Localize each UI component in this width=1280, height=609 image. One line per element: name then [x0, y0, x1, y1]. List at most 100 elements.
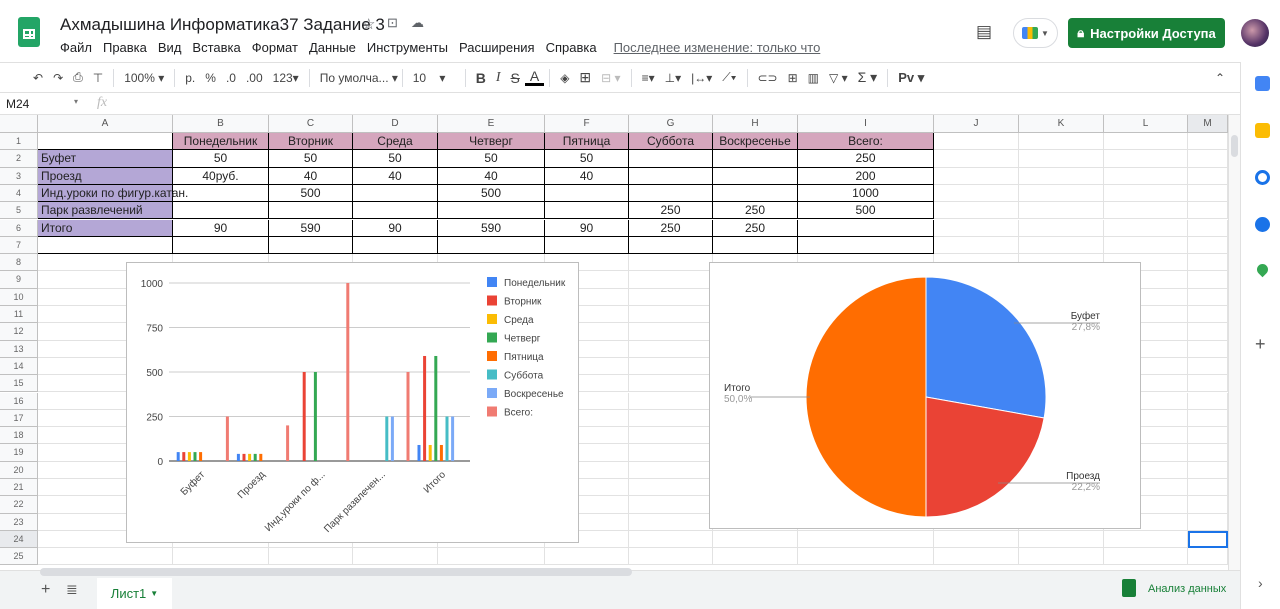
- filter-icon[interactable]: ▽ ▾: [824, 71, 853, 85]
- row-header[interactable]: 12: [0, 323, 38, 341]
- cell[interactable]: [629, 254, 713, 272]
- cell[interactable]: [934, 167, 1019, 185]
- row-header[interactable]: 24: [0, 530, 38, 549]
- cell[interactable]: [629, 357, 713, 376]
- cell[interactable]: [934, 219, 1019, 237]
- cell[interactable]: 590: [438, 219, 545, 237]
- cell[interactable]: [1188, 357, 1228, 376]
- cell[interactable]: [38, 236, 173, 255]
- redo-icon[interactable]: ↷: [48, 71, 68, 85]
- cell[interactable]: [629, 271, 713, 289]
- row-header[interactable]: 15: [0, 375, 38, 393]
- decrease-decimal-button[interactable]: .0: [221, 71, 241, 85]
- cell[interactable]: Буфет: [38, 150, 173, 168]
- menu-item[interactable]: Данные: [309, 40, 356, 55]
- cell[interactable]: [1188, 133, 1228, 151]
- font-size-select[interactable]: 10 ▾: [408, 71, 460, 85]
- row-header[interactable]: 8: [0, 254, 38, 272]
- cell[interactable]: [629, 461, 713, 479]
- name-box[interactable]: M24: [6, 97, 29, 111]
- cell[interactable]: Итого: [38, 219, 173, 237]
- column-header[interactable]: D: [353, 115, 438, 133]
- bar-chart[interactable]: 0 250 500 750 1000 Буфет Проезд Инд.уроки по ф.…: [126, 262, 579, 543]
- menu-item[interactable]: Правка: [103, 40, 147, 55]
- row-header[interactable]: 21: [0, 479, 38, 497]
- cell[interactable]: [1188, 479, 1228, 497]
- cloud-status-icon[interactable]: ☁: [411, 15, 424, 31]
- cell[interactable]: 250: [629, 219, 713, 237]
- comment-icon[interactable]: ⊞: [783, 71, 803, 85]
- all-sheets-icon[interactable]: ≣: [66, 581, 78, 598]
- cell[interactable]: Суббота: [629, 133, 713, 151]
- text-rotate-icon[interactable]: ⟋▾: [717, 70, 741, 85]
- number-format-select[interactable]: 123▾: [268, 71, 304, 85]
- cell[interactable]: 250: [798, 150, 934, 168]
- cell[interactable]: [629, 236, 713, 255]
- column-header[interactable]: M: [1188, 115, 1228, 133]
- cell[interactable]: 40: [269, 167, 353, 185]
- row-header[interactable]: 16: [0, 392, 38, 410]
- row-header[interactable]: 20: [0, 461, 38, 479]
- cell[interactable]: 40: [545, 167, 629, 185]
- cell[interactable]: 500: [438, 184, 545, 203]
- cell[interactable]: [934, 202, 1019, 220]
- column-header[interactable]: G: [629, 115, 713, 133]
- cell[interactable]: 50: [438, 150, 545, 168]
- cell[interactable]: [1019, 530, 1104, 549]
- cell[interactable]: [629, 444, 713, 462]
- cell[interactable]: [798, 219, 934, 237]
- cell[interactable]: [934, 133, 1019, 151]
- move-folder-icon[interactable]: ⊡: [387, 15, 398, 31]
- cell[interactable]: [269, 548, 353, 566]
- currency-button[interactable]: р.: [180, 71, 200, 85]
- row-header[interactable]: 7: [0, 236, 38, 255]
- text-wrap-icon[interactable]: |↔▾: [686, 71, 717, 85]
- cell[interactable]: [38, 548, 173, 566]
- cell[interactable]: 250: [629, 202, 713, 220]
- cell[interactable]: [1188, 548, 1228, 566]
- cell[interactable]: [1019, 184, 1104, 203]
- row-header[interactable]: 19: [0, 444, 38, 462]
- document-title[interactable]: Ахмадышина Информатика37 Задание 3: [60, 15, 385, 35]
- cell[interactable]: 590: [269, 219, 353, 237]
- cell[interactable]: [629, 184, 713, 203]
- menu-item[interactable]: Расширения: [459, 40, 535, 55]
- cell[interactable]: [1104, 219, 1188, 237]
- calendar-icon[interactable]: [1255, 76, 1270, 91]
- cell[interactable]: [1104, 236, 1188, 255]
- cell[interactable]: Среда: [353, 133, 438, 151]
- cell[interactable]: [713, 548, 798, 566]
- cell[interactable]: [1019, 167, 1104, 185]
- row-header[interactable]: 11: [0, 306, 38, 324]
- align-icon[interactable]: ≡▾: [637, 71, 660, 85]
- cell[interactable]: [1104, 150, 1188, 168]
- cell[interactable]: [629, 530, 713, 549]
- column-header[interactable]: B: [173, 115, 269, 133]
- cell[interactable]: [1188, 323, 1228, 341]
- row-header[interactable]: 13: [0, 340, 38, 358]
- cell[interactable]: [713, 530, 798, 549]
- cell[interactable]: [713, 236, 798, 255]
- cell[interactable]: [1188, 427, 1228, 445]
- cell[interactable]: [1104, 202, 1188, 220]
- column-header[interactable]: K: [1019, 115, 1104, 133]
- menu-item[interactable]: Вставка: [192, 40, 240, 55]
- cell[interactable]: [1019, 236, 1104, 255]
- row-header[interactable]: 23: [0, 513, 38, 531]
- cell[interactable]: Парк развлечений: [38, 202, 173, 220]
- cell[interactable]: [1188, 340, 1228, 358]
- cell[interactable]: [1019, 548, 1104, 566]
- cell[interactable]: [545, 236, 629, 255]
- menu-item[interactable]: Файл: [60, 40, 92, 55]
- cell[interactable]: [713, 167, 798, 185]
- cell[interactable]: [353, 184, 438, 203]
- row-header[interactable]: 25: [0, 548, 38, 566]
- cell[interactable]: [1188, 513, 1228, 531]
- cell[interactable]: [629, 409, 713, 428]
- cell[interactable]: [1188, 219, 1228, 237]
- row-header[interactable]: 9: [0, 271, 38, 289]
- cell[interactable]: [1188, 392, 1228, 410]
- percent-button[interactable]: %: [200, 71, 221, 85]
- cell[interactable]: [353, 202, 438, 220]
- avatar[interactable]: [1241, 19, 1269, 47]
